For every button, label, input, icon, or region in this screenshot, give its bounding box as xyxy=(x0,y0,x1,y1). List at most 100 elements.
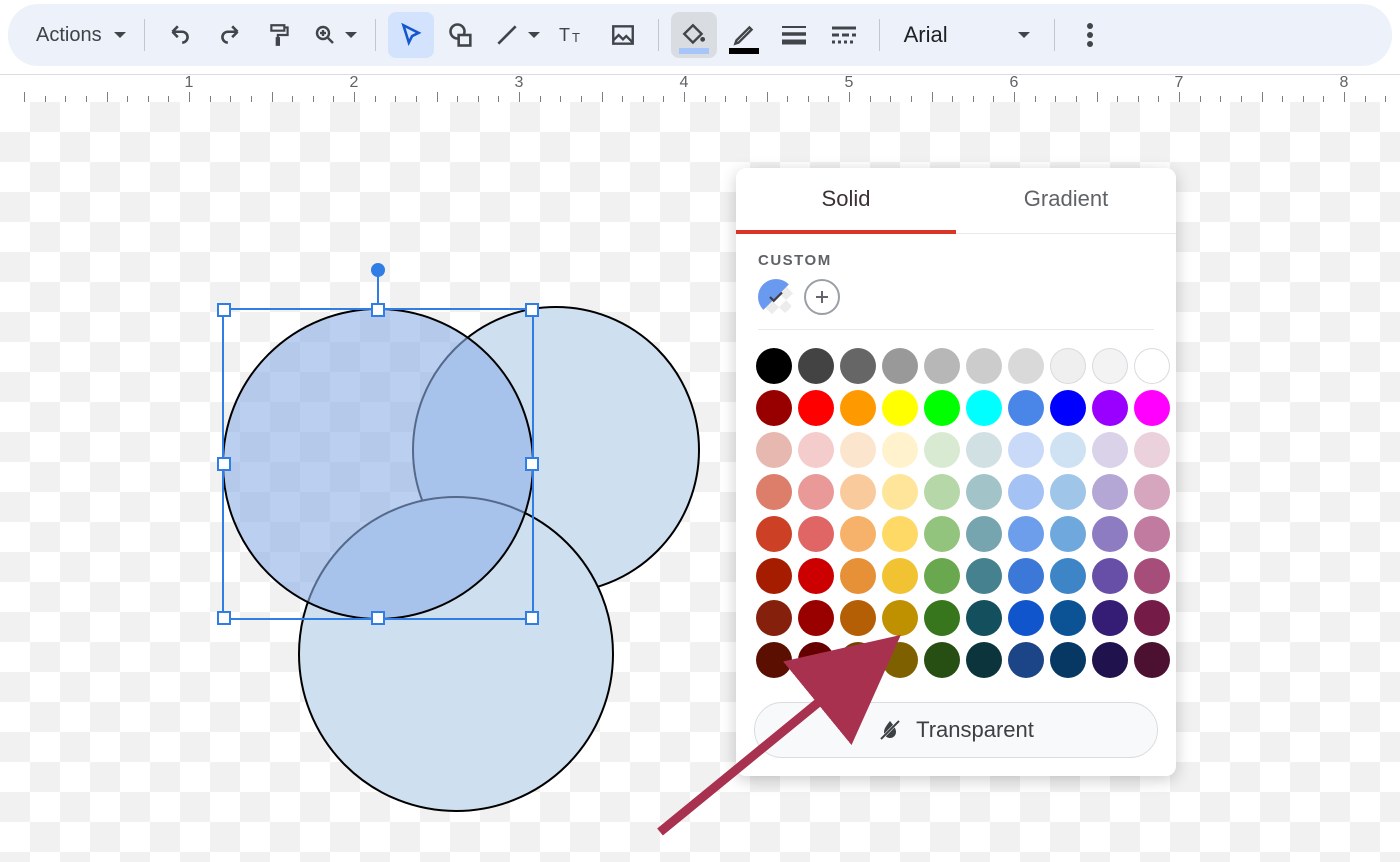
resize-handle-n[interactable] xyxy=(371,303,385,317)
color-swatch[interactable] xyxy=(840,642,876,678)
color-swatch[interactable] xyxy=(840,600,876,636)
color-swatch[interactable] xyxy=(882,390,918,426)
color-swatch[interactable] xyxy=(756,642,792,678)
color-swatch[interactable] xyxy=(966,558,1002,594)
color-swatch[interactable] xyxy=(1092,516,1128,552)
color-swatch[interactable] xyxy=(924,516,960,552)
color-swatch[interactable] xyxy=(1092,348,1128,384)
color-swatch[interactable] xyxy=(882,558,918,594)
textbox-tool[interactable]: TT xyxy=(550,12,596,58)
color-swatch[interactable] xyxy=(1092,558,1128,594)
color-swatch[interactable] xyxy=(882,516,918,552)
drawing-canvas[interactable]: Solid Gradient CUSTOM Transparent xyxy=(0,102,1400,862)
color-swatch[interactable] xyxy=(1092,432,1128,468)
paint-format-button[interactable] xyxy=(257,12,303,58)
color-swatch[interactable] xyxy=(1050,516,1086,552)
color-swatch[interactable] xyxy=(1134,474,1170,510)
color-swatch[interactable] xyxy=(798,516,834,552)
undo-button[interactable] xyxy=(157,12,203,58)
color-swatch[interactable] xyxy=(798,600,834,636)
color-swatch[interactable] xyxy=(1008,474,1044,510)
color-swatch[interactable] xyxy=(966,600,1002,636)
color-swatch[interactable] xyxy=(924,558,960,594)
image-tool[interactable] xyxy=(600,12,646,58)
color-swatch[interactable] xyxy=(1050,390,1086,426)
color-swatch[interactable] xyxy=(966,642,1002,678)
color-swatch[interactable] xyxy=(756,390,792,426)
line-tool[interactable] xyxy=(488,12,546,58)
redo-button[interactable] xyxy=(207,12,253,58)
color-swatch[interactable] xyxy=(798,390,834,426)
color-swatch[interactable] xyxy=(840,348,876,384)
color-swatch[interactable] xyxy=(1050,474,1086,510)
resize-handle-w[interactable] xyxy=(217,457,231,471)
color-swatch[interactable] xyxy=(798,474,834,510)
color-swatch[interactable] xyxy=(1134,348,1170,384)
color-swatch[interactable] xyxy=(924,642,960,678)
border-color-button[interactable] xyxy=(721,12,767,58)
select-tool[interactable] xyxy=(388,12,434,58)
custom-color-current[interactable] xyxy=(758,279,794,315)
color-swatch[interactable] xyxy=(882,600,918,636)
resize-handle-nw[interactable] xyxy=(217,303,231,317)
transparent-button[interactable]: Transparent xyxy=(754,702,1158,758)
color-swatch[interactable] xyxy=(1134,432,1170,468)
color-swatch[interactable] xyxy=(1134,516,1170,552)
color-swatch[interactable] xyxy=(798,642,834,678)
color-swatch[interactable] xyxy=(1050,642,1086,678)
color-swatch[interactable] xyxy=(756,474,792,510)
resize-handle-se[interactable] xyxy=(525,611,539,625)
color-swatch[interactable] xyxy=(1008,390,1044,426)
color-swatch[interactable] xyxy=(966,390,1002,426)
color-swatch[interactable] xyxy=(756,558,792,594)
color-swatch[interactable] xyxy=(966,348,1002,384)
actions-menu[interactable]: Actions xyxy=(22,12,132,58)
color-swatch[interactable] xyxy=(1050,558,1086,594)
color-swatch[interactable] xyxy=(1050,600,1086,636)
color-swatch[interactable] xyxy=(1050,348,1086,384)
color-swatch[interactable] xyxy=(1134,390,1170,426)
tab-solid[interactable]: Solid xyxy=(736,168,956,234)
add-custom-color-button[interactable] xyxy=(804,279,840,315)
color-swatch[interactable] xyxy=(1008,348,1044,384)
color-swatch[interactable] xyxy=(1008,642,1044,678)
color-swatch[interactable] xyxy=(882,432,918,468)
color-swatch[interactable] xyxy=(840,474,876,510)
color-swatch[interactable] xyxy=(1092,474,1128,510)
color-swatch[interactable] xyxy=(1134,642,1170,678)
fill-color-button[interactable] xyxy=(671,12,717,58)
color-swatch[interactable] xyxy=(756,516,792,552)
color-swatch[interactable] xyxy=(1134,558,1170,594)
color-swatch[interactable] xyxy=(1134,600,1170,636)
color-swatch[interactable] xyxy=(756,348,792,384)
color-swatch[interactable] xyxy=(924,474,960,510)
color-swatch[interactable] xyxy=(798,558,834,594)
border-weight-button[interactable] xyxy=(771,12,817,58)
color-swatch[interactable] xyxy=(1050,432,1086,468)
color-swatch[interactable] xyxy=(798,432,834,468)
more-options-button[interactable] xyxy=(1067,12,1113,58)
color-swatch[interactable] xyxy=(966,516,1002,552)
resize-handle-s[interactable] xyxy=(371,611,385,625)
color-swatch[interactable] xyxy=(882,348,918,384)
resize-handle-e[interactable] xyxy=(525,457,539,471)
color-swatch[interactable] xyxy=(882,474,918,510)
color-swatch[interactable] xyxy=(924,600,960,636)
color-swatch[interactable] xyxy=(1008,432,1044,468)
color-swatch[interactable] xyxy=(1008,600,1044,636)
color-swatch[interactable] xyxy=(966,432,1002,468)
color-swatch[interactable] xyxy=(1008,558,1044,594)
color-swatch[interactable] xyxy=(840,558,876,594)
color-swatch[interactable] xyxy=(1092,600,1128,636)
tab-gradient[interactable]: Gradient xyxy=(956,168,1176,233)
color-swatch[interactable] xyxy=(924,390,960,426)
resize-handle-sw[interactable] xyxy=(217,611,231,625)
color-swatch[interactable] xyxy=(1008,516,1044,552)
color-swatch[interactable] xyxy=(1092,642,1128,678)
horizontal-ruler[interactable]: 12345678 xyxy=(0,74,1400,102)
color-swatch[interactable] xyxy=(756,600,792,636)
color-swatch[interactable] xyxy=(840,516,876,552)
resize-handle-ne[interactable] xyxy=(525,303,539,317)
font-selector[interactable]: Arial xyxy=(892,12,1042,58)
color-swatch[interactable] xyxy=(924,348,960,384)
